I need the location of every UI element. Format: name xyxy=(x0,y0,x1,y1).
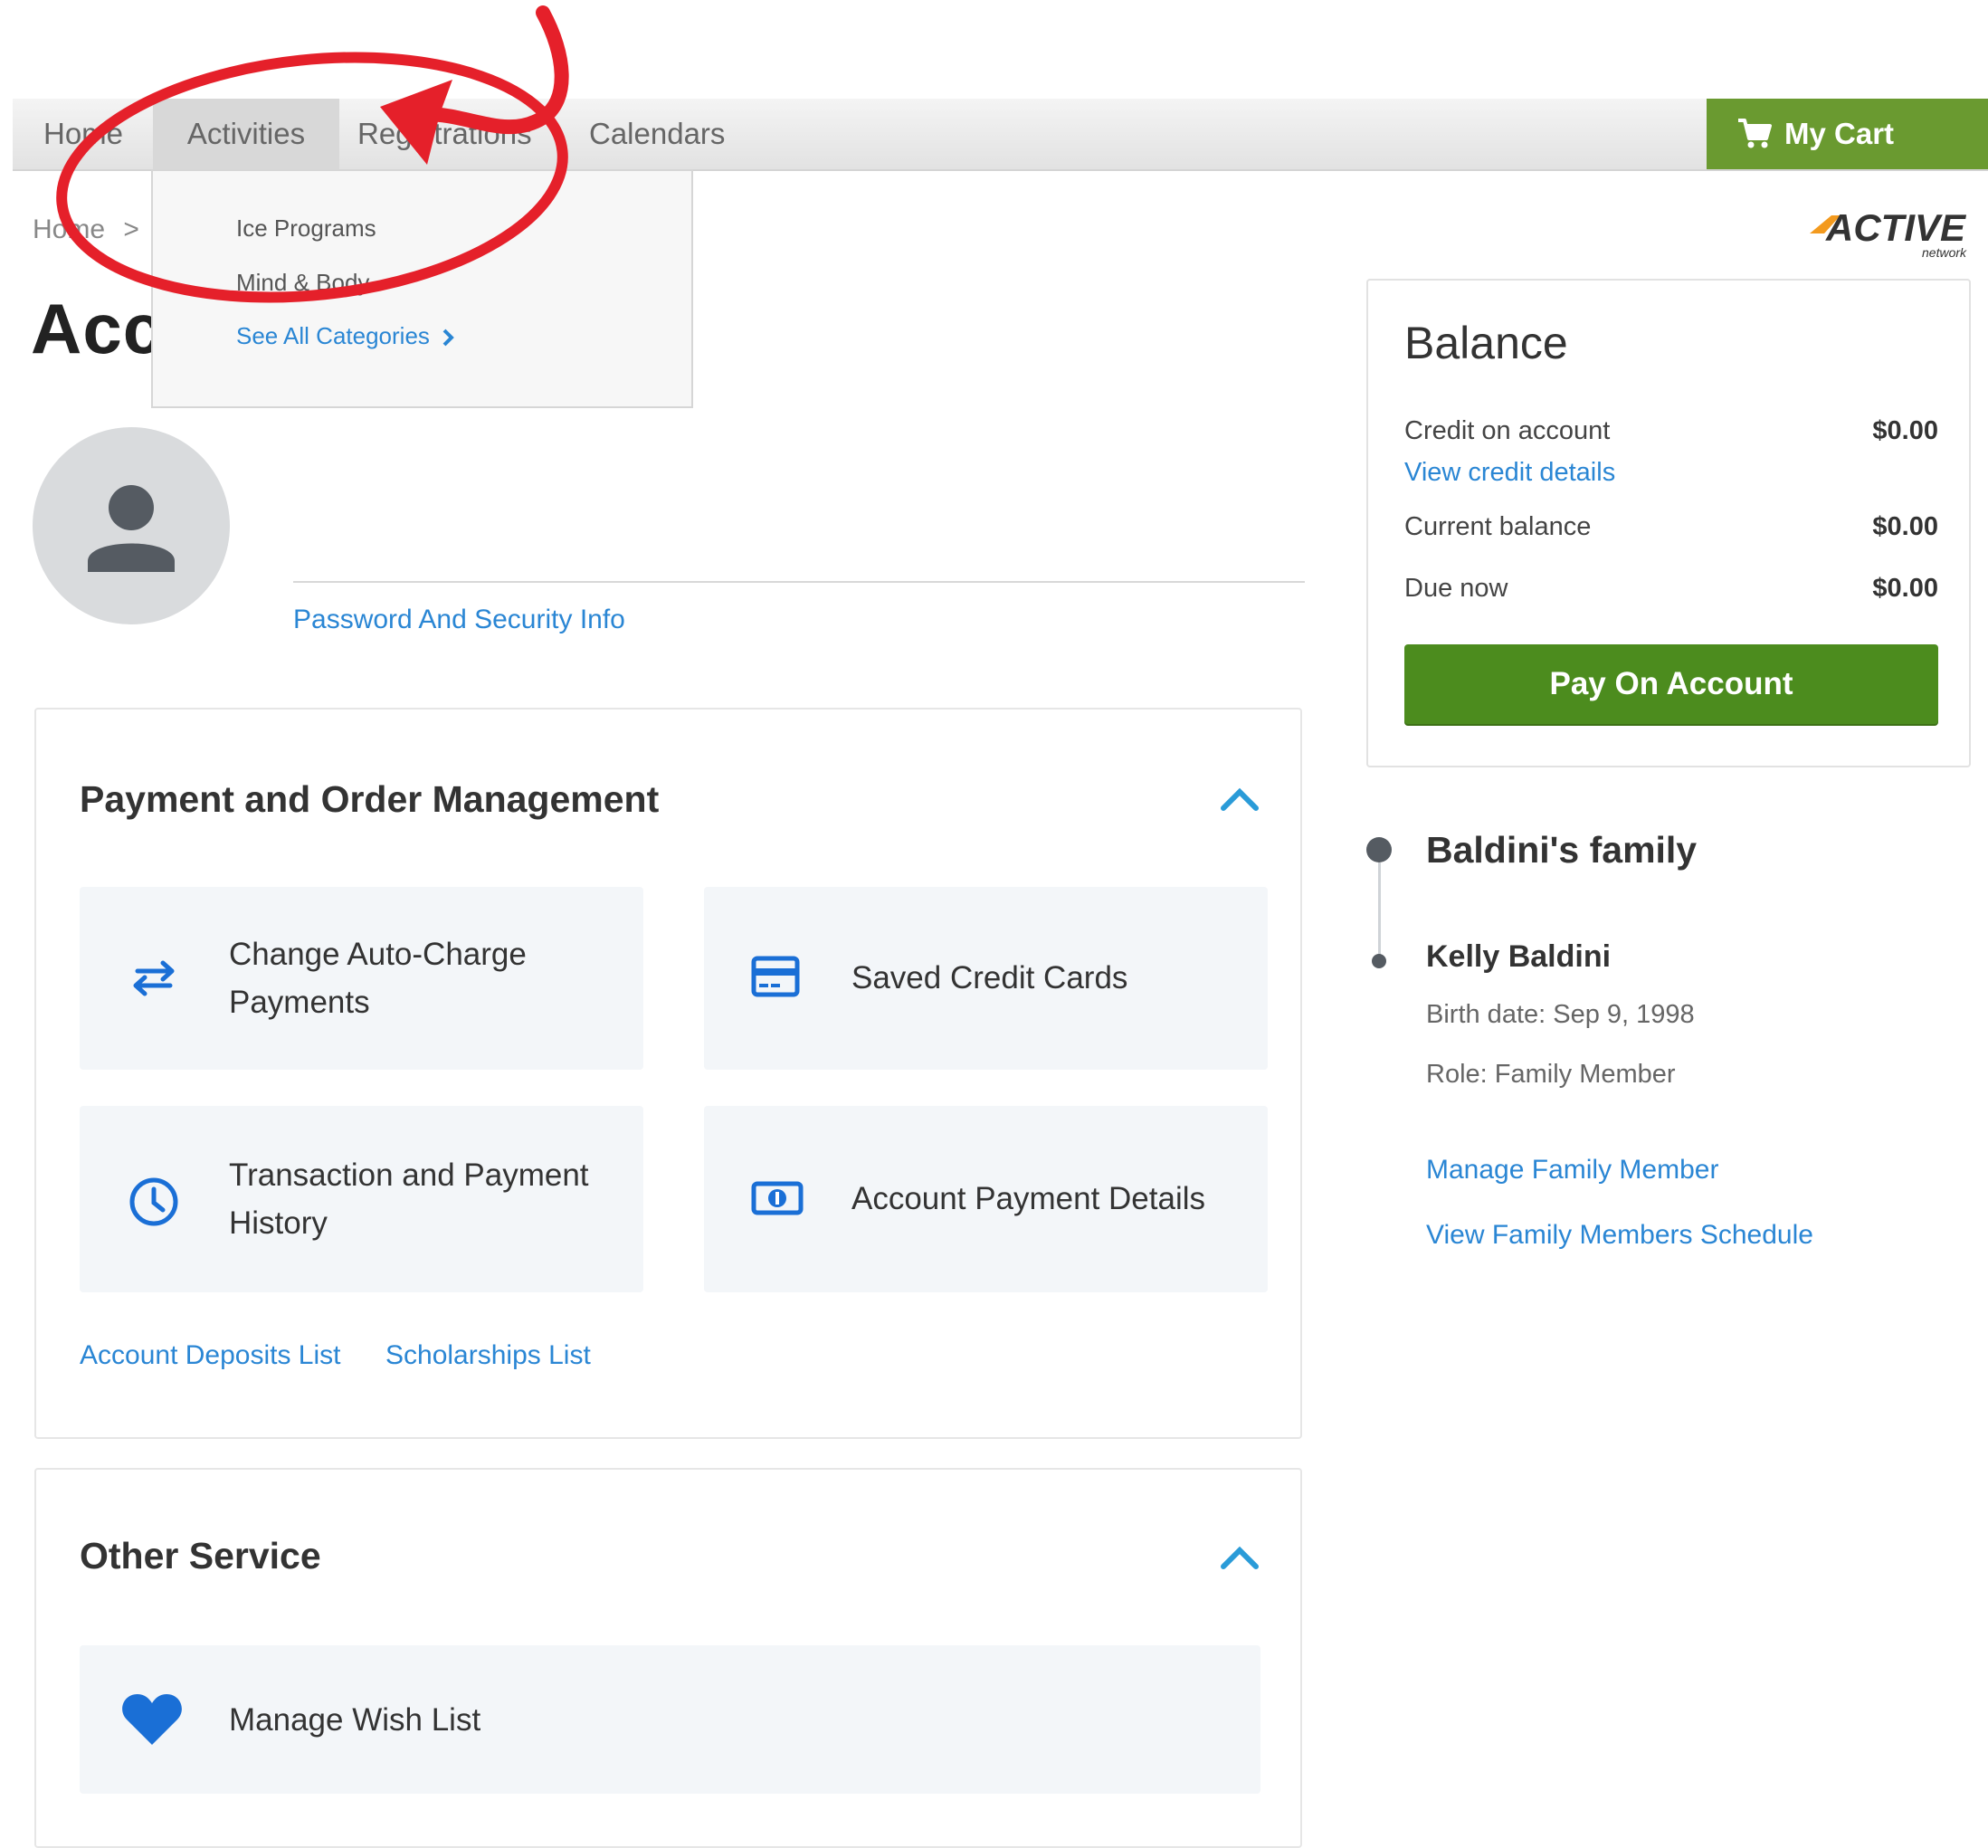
due-now-value: $0.00 xyxy=(1872,574,1938,603)
payment-section-title: Payment and Order Management xyxy=(80,778,660,820)
chevron-right-icon xyxy=(442,329,454,347)
due-now-label: Due now xyxy=(1404,574,1508,603)
active-network-logo: ACTIVE network xyxy=(1810,206,1967,260)
transaction-history-tile[interactable]: Transaction and Payment History xyxy=(80,1106,643,1292)
dropdown-item-mind-body[interactable]: Mind & Body xyxy=(236,269,369,297)
timeline-dot-small xyxy=(1372,954,1386,968)
view-credit-details-link[interactable]: View credit details xyxy=(1404,458,1615,488)
change-auto-charge-label: Change Auto-Charge Payments xyxy=(229,930,527,1026)
pay-on-account-button[interactable]: Pay On Account xyxy=(1404,644,1938,724)
breadcrumb-home[interactable]: Home xyxy=(33,214,105,244)
my-cart-button[interactable]: My Cart xyxy=(1707,99,1988,169)
family-member-name: Kelly Baldini xyxy=(1426,939,1612,974)
change-auto-charge-line1: Change Auto-Charge xyxy=(229,937,527,972)
account-payment-details-tile[interactable]: Account Payment Details xyxy=(704,1106,1268,1292)
family-title: Baldini's family xyxy=(1426,829,1698,871)
my-cart-label: My Cart xyxy=(1784,117,1895,150)
timeline-line xyxy=(1378,862,1381,960)
avatar[interactable] xyxy=(33,427,230,624)
see-all-categories-link[interactable]: See All Categories xyxy=(236,322,454,350)
saved-credit-cards-tile[interactable]: Saved Credit Cards xyxy=(704,887,1268,1070)
nav-activities[interactable]: Activities xyxy=(153,99,339,169)
password-security-link[interactable]: Password And Security Info xyxy=(293,605,625,635)
credit-on-account-label: Credit on account xyxy=(1404,416,1611,445)
swap-arrows-icon xyxy=(133,960,175,996)
manage-wish-list-label: Manage Wish List xyxy=(229,1702,481,1738)
logo-subtext: network xyxy=(1922,245,1967,260)
family-member-birth-date: Birth date: Sep 9, 1998 xyxy=(1426,1000,1695,1029)
logo-text: ACTIVE xyxy=(1825,206,1967,249)
saved-credit-cards-label: Saved Credit Cards xyxy=(851,960,1128,995)
nav-registrations[interactable]: Registrations xyxy=(357,99,532,169)
cart-icon xyxy=(1738,119,1772,148)
transaction-history-line1: Transaction and Payment xyxy=(229,1157,589,1193)
payment-order-panel: Payment and Order Management Change Auto… xyxy=(34,708,1302,1439)
balance-card: Balance Credit on account $0.00 View cre… xyxy=(1366,279,1971,767)
change-auto-charge-tile[interactable]: Change Auto-Charge Payments xyxy=(80,887,643,1070)
clock-icon xyxy=(129,1177,178,1226)
dropdown-item-ice-programs[interactable]: Ice Programs xyxy=(236,214,376,243)
scholarships-link[interactable]: Scholarships List xyxy=(385,1340,591,1371)
balance-title: Balance xyxy=(1404,318,1568,368)
see-all-categories-label: See All Categories xyxy=(236,322,430,349)
account-payment-details-label: Account Payment Details xyxy=(851,1181,1206,1216)
timeline-dot xyxy=(1366,837,1392,862)
other-section-title: Other Service xyxy=(80,1535,321,1577)
view-family-schedule-link[interactable]: View Family Members Schedule xyxy=(1426,1220,1813,1251)
user-icon xyxy=(88,485,175,572)
change-auto-charge-line2: Payments xyxy=(229,985,370,1020)
family-member-role: Role: Family Member xyxy=(1426,1060,1676,1089)
money-icon xyxy=(751,1181,804,1215)
transaction-history-label: Transaction and Payment History xyxy=(229,1151,589,1247)
collapse-chevron-up-icon[interactable] xyxy=(1219,1544,1260,1571)
top-nav: Home Activities Registrations Calendars … xyxy=(13,99,1988,171)
breadcrumb: Home > xyxy=(33,214,139,245)
credit-on-account-value: $0.00 xyxy=(1872,416,1938,445)
profile-divider xyxy=(293,581,1305,583)
other-service-panel: Other Service Manage Wish List xyxy=(34,1468,1302,1848)
current-balance-label: Current balance xyxy=(1404,512,1592,541)
collapse-chevron-up-icon[interactable] xyxy=(1219,786,1260,813)
nav-home[interactable]: Home xyxy=(43,99,123,169)
credit-card-icon xyxy=(751,956,800,997)
current-balance-value: $0.00 xyxy=(1872,512,1938,541)
heart-icon xyxy=(122,1694,182,1745)
nav-calendars[interactable]: Calendars xyxy=(589,99,725,169)
activities-dropdown: Ice Programs Mind & Body See All Categor… xyxy=(151,169,693,408)
manage-family-member-link[interactable]: Manage Family Member xyxy=(1426,1155,1718,1186)
account-deposits-link[interactable]: Account Deposits List xyxy=(80,1340,340,1371)
breadcrumb-separator: > xyxy=(123,214,139,244)
transaction-history-line2: History xyxy=(229,1205,328,1241)
manage-wish-list-tile[interactable]: Manage Wish List xyxy=(80,1645,1260,1794)
